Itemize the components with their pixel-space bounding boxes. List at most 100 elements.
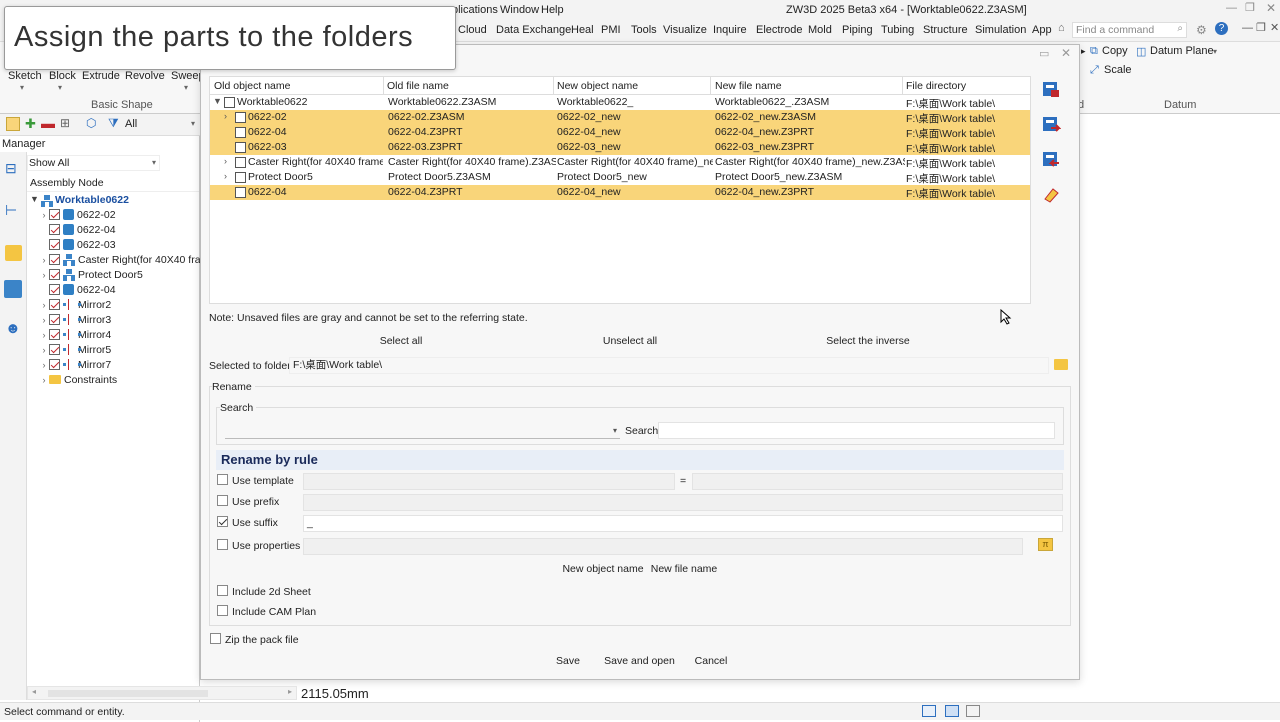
restore-doc-icon[interactable]: ❐ [1256, 21, 1266, 34]
scrollbar-thumb[interactable] [48, 690, 208, 697]
eraser-icon[interactable] [1038, 181, 1064, 207]
tree-node[interactable]: › Protect Door5 [27, 267, 143, 282]
settings-icon[interactable]: ⚙ [1196, 23, 1207, 37]
template-field-right[interactable] [692, 473, 1063, 490]
copy-button[interactable]: Copy [1102, 45, 1128, 57]
table-row[interactable]: 0622-04 0622-04.Z3PRT 0622-04_new 0622-04_n… [210, 185, 1030, 200]
template-field-left[interactable] [303, 473, 675, 490]
select-all-button[interactable]: Select all [368, 332, 434, 352]
history-icon[interactable]: ⊟ [5, 160, 17, 177]
tree-node[interactable]: › Mirror3 [27, 312, 112, 327]
table-row[interactable]: › Protect Door5 Protect Door5.Z3ASM Protect… [210, 170, 1030, 185]
close-icon[interactable]: ✕ [1266, 1, 1276, 15]
menu-tools[interactable]: Tools [631, 24, 657, 36]
menu-cloud[interactable]: Cloud [458, 24, 487, 36]
zip-checkbox[interactable] [210, 633, 221, 644]
revolve-tool[interactable]: Revolve [125, 70, 165, 82]
col-new-file-name[interactable]: New file name [715, 80, 782, 92]
tree-node[interactable]: › Mirror4 [27, 327, 112, 342]
folder-field[interactable]: F:\桌面\Work table\ [289, 357, 1049, 374]
tree-node[interactable]: › Mirror7 [27, 357, 112, 372]
chevron-right-icon[interactable]: › [39, 360, 49, 370]
visibility-checkbox[interactable] [49, 254, 60, 265]
save-button[interactable]: Save [552, 652, 584, 672]
assembly-tree-icon[interactable]: ⊢ [5, 202, 17, 219]
chevron-down-icon[interactable]: ▾ [191, 119, 195, 128]
menu-electrode[interactable]: Electrode [756, 24, 802, 36]
import-icon[interactable] [1038, 146, 1064, 172]
chevron-right-icon[interactable]: › [39, 375, 49, 385]
chevron-right-icon[interactable]: › [39, 300, 49, 310]
tree-node[interactable]: › Mirror5 [27, 342, 112, 357]
filter-select[interactable]: All [125, 118, 137, 130]
chevron-right-icon[interactable]: › [224, 171, 227, 181]
menu-window[interactable]: Window [500, 4, 539, 16]
sketch-tool[interactable]: Sketch [8, 70, 42, 82]
chevron-down-icon[interactable]: ▾ [20, 83, 24, 92]
shape-icon[interactable]: ⬡ [86, 116, 96, 130]
menu-data-exchange[interactable]: Data Exchange [496, 24, 571, 36]
help-icon[interactable]: ? [1215, 22, 1228, 35]
block-tool[interactable]: Block [49, 70, 76, 82]
use-properties-checkbox[interactable] [217, 539, 228, 550]
grid-icon[interactable]: ⊞ [60, 116, 70, 130]
include-2d-checkbox[interactable] [217, 585, 228, 596]
table-row[interactable]: › Caster Right(for 40X40 frame) Caster Rig… [210, 155, 1030, 170]
part-library-icon[interactable] [5, 245, 22, 261]
visibility-checkbox[interactable] [49, 284, 60, 295]
menu-piping[interactable]: Piping [842, 24, 873, 36]
chevron-down-icon[interactable]: ▾ [613, 426, 617, 435]
visibility-checkbox[interactable] [49, 269, 60, 280]
extrude-tool[interactable]: Extrude [82, 70, 120, 82]
search-input[interactable] [658, 422, 1055, 439]
chevron-right-icon[interactable]: › [224, 156, 227, 166]
menu-mold[interactable]: Mold [808, 24, 832, 36]
use-suffix-checkbox[interactable] [217, 516, 228, 527]
table-row[interactable]: › 0622-02 0622-02.Z3ASM 0622-02_new 0622-02_… [210, 110, 1030, 125]
datum-plane-button[interactable]: Datum Plane [1150, 45, 1214, 57]
chevron-right-icon[interactable]: › [39, 270, 49, 280]
include-cam-checkbox[interactable] [217, 605, 228, 616]
save-and-open-button[interactable]: Save and open [603, 652, 676, 672]
menu-app[interactable]: App [1032, 24, 1052, 36]
tree-node[interactable]: › Constraints [27, 372, 118, 387]
visibility-checkbox[interactable] [49, 359, 60, 370]
chevron-down-icon[interactable]: ▼ [30, 194, 39, 204]
prefix-field[interactable] [303, 494, 1063, 511]
visibility-checkbox[interactable] [49, 209, 60, 220]
properties-field[interactable] [303, 538, 1023, 555]
scroll-left-icon[interactable]: ◂ [32, 687, 36, 696]
chevron-right-icon[interactable]: › [39, 315, 49, 325]
command-search-box[interactable]: Find a command ⌕ [1072, 22, 1187, 38]
export-icon[interactable] [1038, 111, 1064, 137]
view-manager-icon[interactable] [4, 280, 22, 298]
col-file-directory[interactable]: File directory [906, 80, 966, 92]
horizontal-scrollbar[interactable]: ◂ ▸ [27, 686, 297, 700]
new-file-name-button[interactable]: New file name [650, 560, 718, 580]
search-button[interactable]: Search [625, 425, 658, 437]
menu-simulation[interactable]: Simulation [975, 24, 1026, 36]
chevron-right-icon[interactable]: › [39, 210, 49, 220]
col-new-object-name[interactable]: New object name [557, 80, 638, 92]
minimize-icon[interactable]: — [1226, 2, 1237, 14]
folder-icon[interactable] [1054, 359, 1068, 370]
menu-inquire[interactable]: Inquire [713, 24, 747, 36]
layout-icon[interactable] [966, 705, 980, 717]
unselect-all-button[interactable]: Unselect all [598, 332, 662, 352]
menu-heal[interactable]: Heal [571, 24, 594, 36]
add-icon[interactable]: ✚ [25, 116, 36, 132]
scroll-right-icon[interactable]: ▸ [288, 687, 292, 696]
tree-node[interactable]: › Mirror2 [27, 297, 112, 312]
remove-icon[interactable]: ▬ [41, 115, 55, 131]
chevron-down-icon[interactable]: ▾ [184, 83, 188, 92]
show-filter-select[interactable]: Show All ▾ [27, 155, 160, 171]
chevron-down-icon[interactable]: ▾ [1213, 47, 1217, 56]
menu-pmi[interactable]: PMI [601, 24, 621, 36]
properties-picker-icon[interactable]: π [1038, 538, 1053, 551]
table-row[interactable]: 0622-04 0622-04.Z3PRT 0622-04_new 0622-04_n… [210, 125, 1030, 140]
col-old-file-name[interactable]: Old file name [387, 80, 449, 92]
visibility-checkbox[interactable] [49, 344, 60, 355]
tree-node[interactable]: 0622-03 [27, 237, 116, 252]
chevron-right-icon[interactable]: › [39, 255, 49, 265]
menu-visualize[interactable]: Visualize [663, 24, 707, 36]
